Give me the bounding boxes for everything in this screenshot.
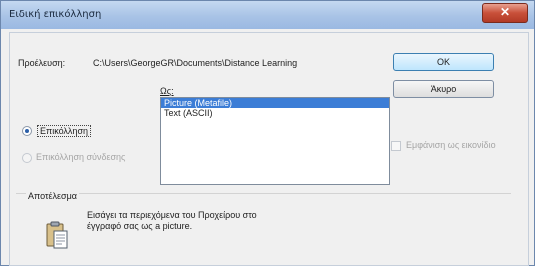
title-bar: Ειδική επικόλληση ✕ bbox=[1, 1, 534, 29]
format-listbox[interactable]: Picture (Metafile) Text (ASCII) bbox=[160, 97, 390, 185]
paste-radio-label[interactable]: Επικόλληση bbox=[37, 125, 92, 137]
close-icon: ✕ bbox=[499, 5, 511, 19]
source-label: Προέλευση: bbox=[18, 58, 66, 68]
paste-special-dialog: Ειδική επικόλληση ✕ Προέλευση: C:\Users\… bbox=[0, 0, 535, 266]
result-description: Εισάγει τα περιεχόμενα του Προχείρου στο… bbox=[87, 210, 257, 231]
format-item-text[interactable]: Text (ASCII) bbox=[161, 108, 389, 118]
paste-link-radio-label[interactable]: Επικόλληση σύνδεσης bbox=[36, 152, 125, 162]
cancel-button[interactable]: Άκυρο bbox=[393, 80, 494, 98]
paste-radio[interactable] bbox=[22, 126, 32, 136]
display-as-icon-label: Εμφάνιση ως εικονίδιο bbox=[406, 140, 496, 150]
clipboard-paste-icon bbox=[46, 221, 68, 249]
ok-button[interactable]: OK bbox=[393, 53, 494, 71]
close-button[interactable]: ✕ bbox=[482, 3, 528, 23]
display-as-icon-checkbox[interactable] bbox=[391, 141, 401, 151]
window-title: Ειδική επικόλληση bbox=[9, 9, 102, 20]
format-item-picture[interactable]: Picture (Metafile) bbox=[161, 98, 389, 108]
source-path: C:\Users\GeorgeGR\Documents\Distance Lea… bbox=[93, 58, 298, 68]
as-label: Ως: bbox=[160, 86, 174, 96]
result-title: Αποτέλεσμα bbox=[26, 191, 79, 201]
dialog-body: Προέλευση: C:\Users\GeorgeGR\Documents\D… bbox=[9, 32, 529, 266]
paste-link-radio[interactable] bbox=[22, 153, 32, 163]
